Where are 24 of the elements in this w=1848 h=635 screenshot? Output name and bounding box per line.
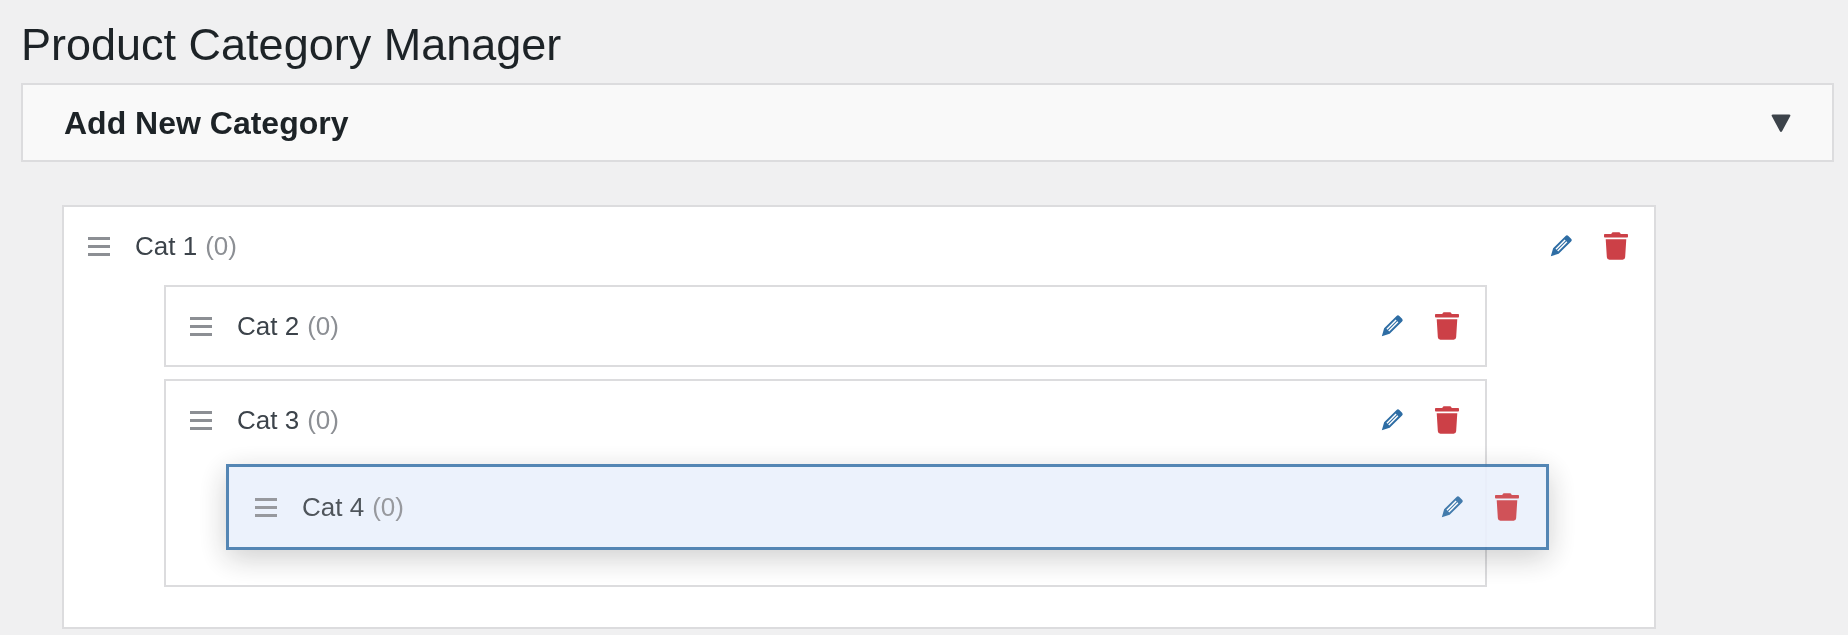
- pencil-icon[interactable]: [1379, 313, 1404, 339]
- drag-handle-icon[interactable]: [88, 236, 110, 256]
- add-category-panel[interactable]: Add New Category: [21, 83, 1834, 162]
- category-count: (0): [307, 309, 339, 343]
- drag-handle-icon[interactable]: [255, 497, 277, 517]
- category-count: (0): [307, 403, 339, 437]
- caret-icon[interactable]: [1771, 112, 1791, 133]
- panel-title: Add New Category: [64, 103, 349, 143]
- page-title: Product Category Manager: [21, 18, 562, 72]
- category-count: (0): [372, 490, 404, 524]
- category-name: Cat 2: [237, 309, 300, 343]
- category-name: Cat 3: [237, 403, 300, 437]
- trash-icon[interactable]: [1435, 312, 1459, 340]
- category-count: (0): [205, 229, 237, 263]
- pencil-icon[interactable]: [1548, 233, 1573, 259]
- drag-handle-icon[interactable]: [190, 410, 212, 430]
- category-name: Cat 4: [302, 490, 365, 524]
- pencil-icon[interactable]: [1379, 407, 1404, 433]
- pencil-icon[interactable]: [1439, 494, 1464, 520]
- drag-handle-icon[interactable]: [190, 316, 212, 336]
- trash-icon[interactable]: [1495, 493, 1519, 521]
- category-name: Cat 1: [135, 229, 198, 263]
- trash-icon[interactable]: [1435, 406, 1459, 434]
- trash-icon[interactable]: [1604, 232, 1628, 260]
